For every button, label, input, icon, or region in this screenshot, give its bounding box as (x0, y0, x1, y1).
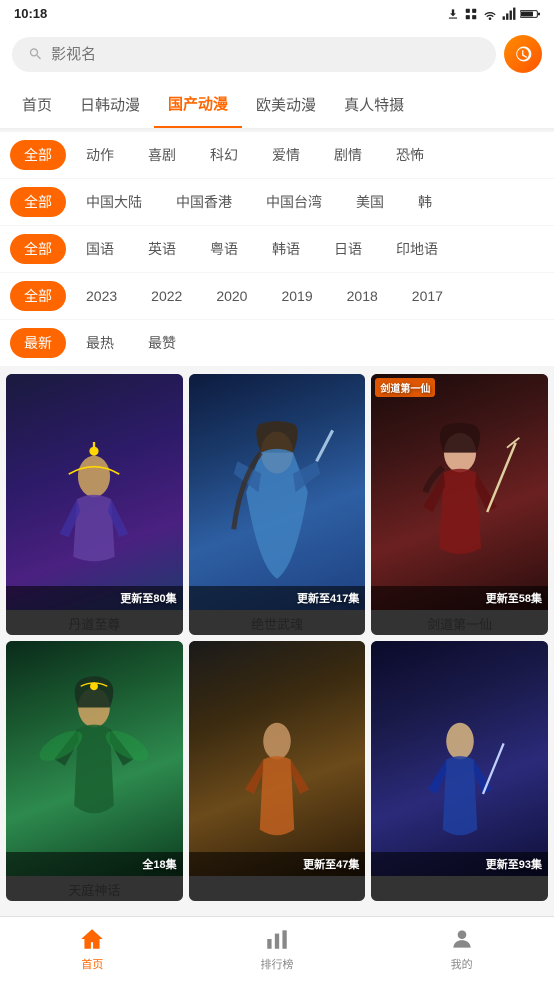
filter-tag-2019[interactable]: 2019 (267, 283, 326, 309)
filter-tag-剧情[interactable]: 剧情 (320, 140, 376, 170)
bottom-nav-首页[interactable]: 首页 (0, 925, 185, 972)
sort-tag-最热[interactable]: 最热 (72, 328, 128, 358)
filter-tag-日语[interactable]: 日语 (320, 234, 376, 264)
filter-tag-喜剧[interactable]: 喜剧 (134, 140, 190, 170)
time-display: 10:18 (14, 6, 47, 21)
nav-tab-日韩动漫[interactable]: 日韩动漫 (66, 82, 154, 127)
nav-tab-国产动漫[interactable]: 国产动漫 (154, 81, 242, 128)
card-badge-3: 更新至58集 (371, 586, 548, 610)
signal-icon (502, 7, 516, 21)
search-area (0, 27, 554, 81)
content-grid: 更新至80集丹道至尊 更新至417集绝世武魂 更新至58集剑道第一仙剑道第一仙 … (0, 366, 554, 909)
card-badge-1: 更新至80集 (6, 586, 183, 610)
card-badge-5: 更新至47集 (189, 852, 366, 876)
region-filter-row: 全部中国大陆中国香港中国台湾美国韩 (0, 179, 554, 226)
search-input-wrapper[interactable] (12, 37, 496, 72)
sort-tag-最赞[interactable]: 最赞 (134, 328, 190, 358)
card-6[interactable]: 更新至93集 (371, 641, 548, 902)
download-icon (446, 7, 460, 21)
card-badge-top-3: 剑道第一仙 (375, 378, 435, 397)
sort-row: 最新最热最赞 (0, 320, 554, 366)
search-input[interactable] (51, 46, 480, 63)
filter-tag-全部[interactable]: 全部 (10, 140, 66, 170)
nav-tabs: 首页日韩动漫国产动漫欧美动漫真人特摄 (0, 81, 554, 130)
status-bar: 10:18 (0, 0, 554, 27)
filter-tag-2023[interactable]: 2023 (72, 283, 131, 309)
bottom-nav-我的[interactable]: 我的 (369, 925, 554, 972)
filter-tag-英语[interactable]: 英语 (134, 234, 190, 264)
bottom-nav-label-排行榜: 排行榜 (261, 956, 294, 972)
filter-tag-国语[interactable]: 国语 (72, 234, 128, 264)
status-icons (446, 7, 540, 21)
history-icon-button[interactable] (504, 35, 542, 73)
filter-tag-2020[interactable]: 2020 (202, 283, 261, 309)
search-magnifier-icon (28, 46, 43, 62)
card-title-1: 丹道至尊 (6, 610, 183, 635)
filter-section: 全部动作喜剧科幻爱情剧情恐怖 全部中国大陆中国香港中国台湾美国韩 全部国语英语粤… (0, 132, 554, 366)
filter-tag-动作[interactable]: 动作 (72, 140, 128, 170)
filter-tag-印地语[interactable]: 印地语 (382, 234, 452, 264)
bottom-nav-label-我的: 我的 (451, 956, 473, 972)
filter-tag-粤语[interactable]: 粤语 (196, 234, 252, 264)
nav-tab-首页[interactable]: 首页 (8, 82, 66, 127)
sort-tag-最新[interactable]: 最新 (10, 328, 66, 358)
card-4[interactable]: 全18集天庭神话 (6, 641, 183, 902)
bottom-nav-排行榜[interactable]: 排行榜 (185, 925, 370, 972)
card-badge-6: 更新至93集 (371, 852, 548, 876)
filter-tag-全部[interactable]: 全部 (10, 234, 66, 264)
card-1[interactable]: 更新至80集丹道至尊 (6, 374, 183, 635)
filter-tag-韩[interactable]: 韩 (404, 187, 446, 217)
card-badge-4: 全18集 (6, 852, 183, 876)
card-5[interactable]: 更新至47集 (189, 641, 366, 902)
filter-tag-爱情[interactable]: 爱情 (258, 140, 314, 170)
language-filter-row: 全部国语英语粤语韩语日语印地语 (0, 226, 554, 273)
card-badge-2: 更新至417集 (189, 586, 366, 610)
card-title-3: 剑道第一仙 (371, 610, 548, 635)
genre-filter-row: 全部动作喜剧科幻爱情剧情恐怖 (0, 132, 554, 179)
filter-tag-科幻[interactable]: 科幻 (196, 140, 252, 170)
card-3[interactable]: 更新至58集剑道第一仙剑道第一仙 (371, 374, 548, 635)
app-icon (464, 7, 478, 21)
filter-tag-全部[interactable]: 全部 (10, 281, 66, 311)
wifi-icon (482, 8, 498, 20)
year-filter-row: 全部2023202220202019 20182017 (0, 273, 554, 320)
bottom-nav-icon-首页 (78, 925, 106, 953)
filter-tag-全部[interactable]: 全部 (10, 187, 66, 217)
filter-tag-2022[interactable]: 2022 (137, 283, 196, 309)
filter-tag-恐怖[interactable]: 恐怖 (382, 140, 438, 170)
status-time: 10:18 (14, 6, 47, 21)
battery-icon (520, 8, 540, 20)
bottom-nav-icon-排行榜 (263, 925, 291, 953)
filter-tag-美国[interactable]: 美国 (342, 187, 398, 217)
bottom-nav-label-首页: 首页 (81, 956, 103, 972)
nav-tab-欧美动漫[interactable]: 欧美动漫 (242, 82, 330, 127)
card-title-2: 绝世武魂 (189, 610, 366, 635)
filter-tag-2018[interactable]: 2018 (333, 283, 392, 309)
nav-tab-真人特摄[interactable]: 真人特摄 (330, 82, 418, 127)
filter-tag-中国大陆[interactable]: 中国大陆 (72, 187, 156, 217)
bottom-nav-icon-我的 (448, 925, 476, 953)
filter-tag-中国台湾[interactable]: 中国台湾 (252, 187, 336, 217)
card-title-4: 天庭神话 (6, 876, 183, 901)
clock-icon (513, 44, 533, 64)
bottom-nav: 首页 排行榜 我的 (0, 916, 554, 984)
card-2[interactable]: 更新至417集绝世武魂 (189, 374, 366, 635)
filter-tag-中国香港[interactable]: 中国香港 (162, 187, 246, 217)
filter-tag-2017[interactable]: 2017 (398, 283, 457, 309)
filter-tag-韩语[interactable]: 韩语 (258, 234, 314, 264)
